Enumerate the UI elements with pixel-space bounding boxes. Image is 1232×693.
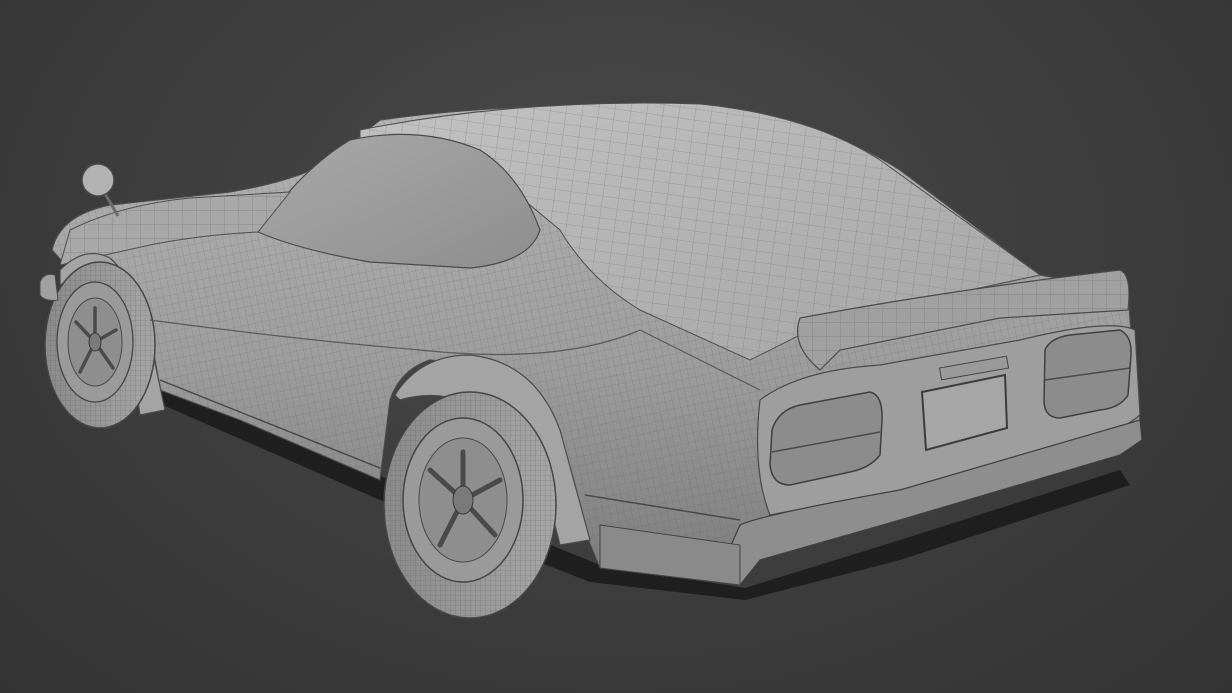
side-mirror — [81, 163, 115, 197]
front-bumper — [39, 273, 59, 301]
car-model-render[interactable] — [0, 0, 1232, 693]
rear-wheel — [383, 391, 557, 619]
front-wheel — [44, 261, 156, 429]
3d-viewport[interactable] — [0, 0, 1232, 693]
